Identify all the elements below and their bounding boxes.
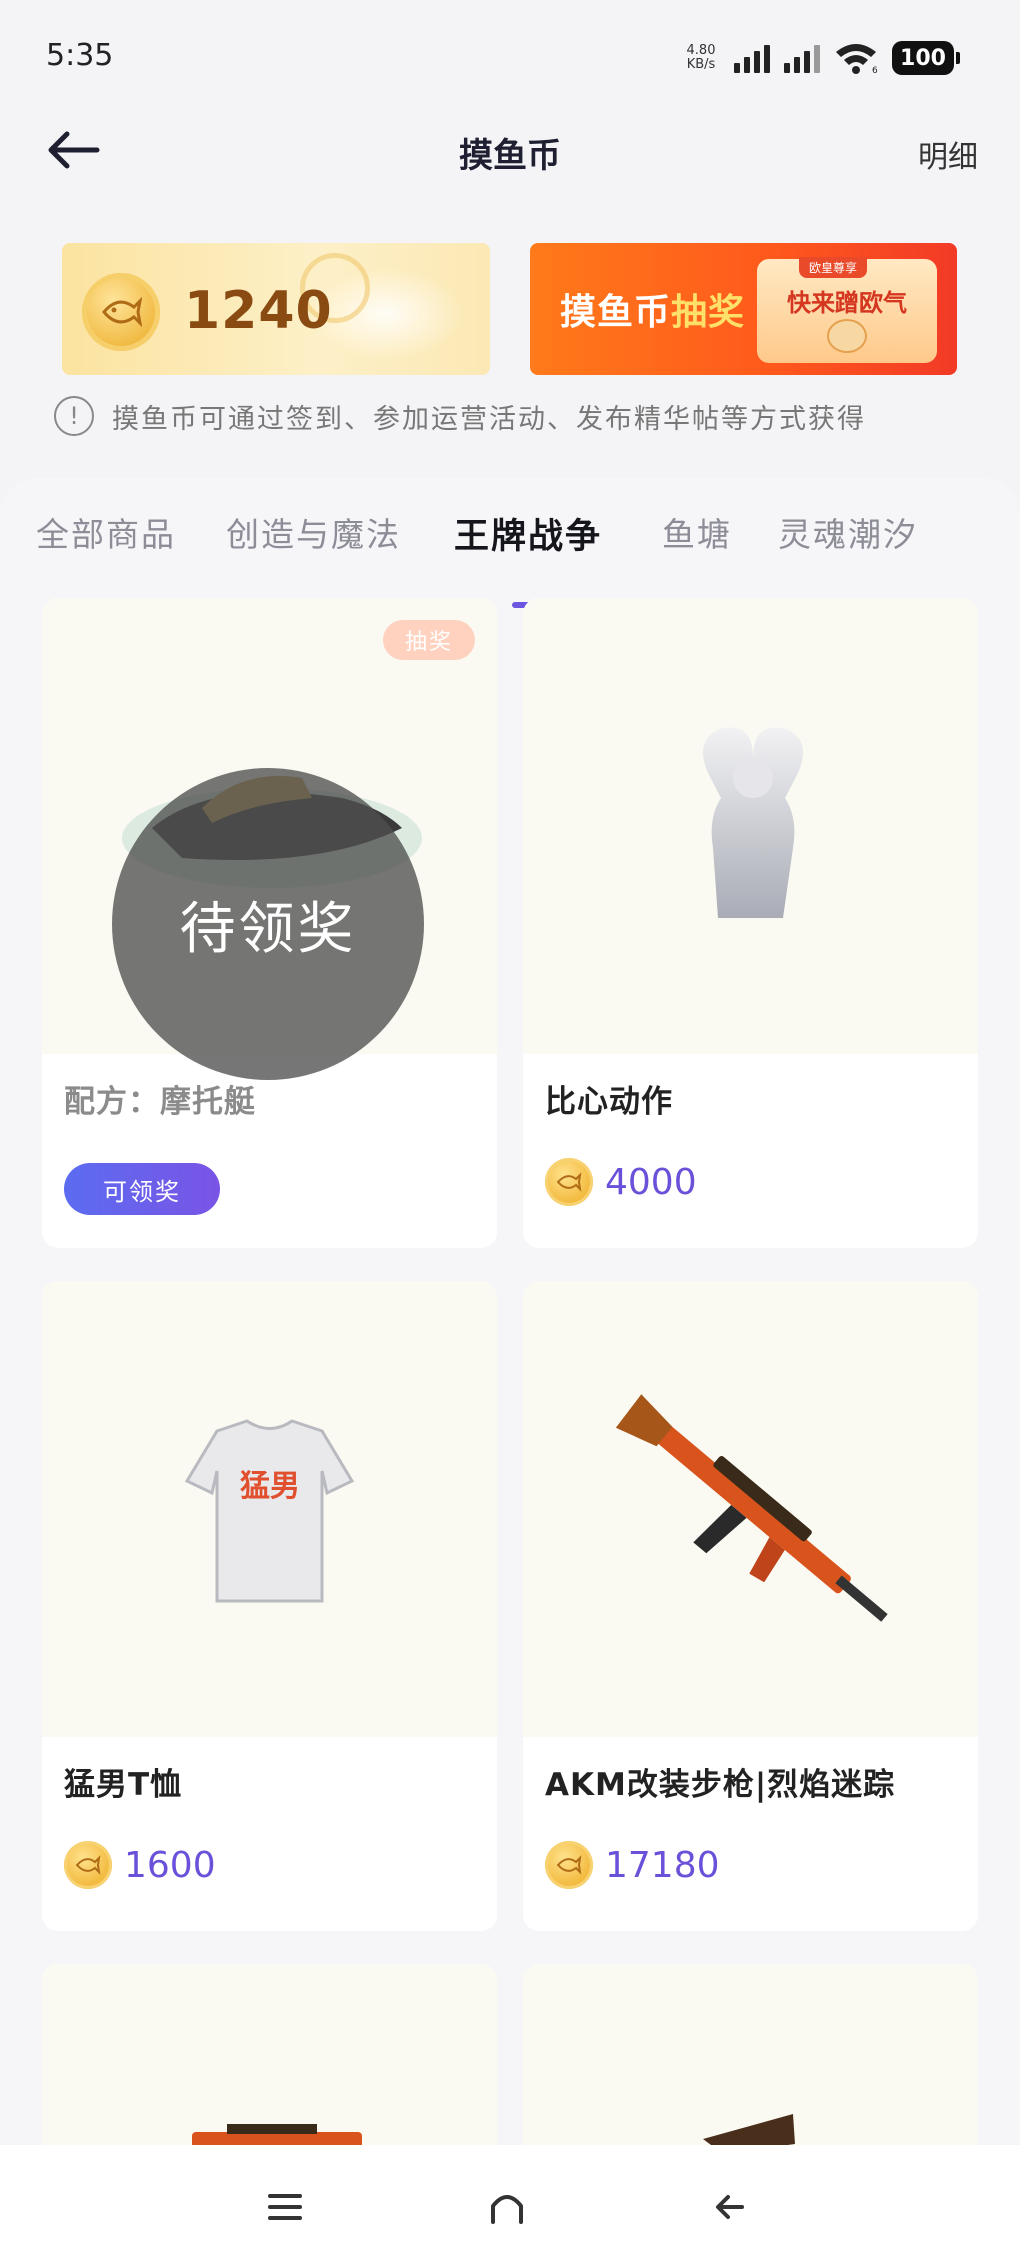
home-button[interactable] xyxy=(477,2177,537,2237)
coin-balance: 1240 xyxy=(184,281,333,341)
product-name: 配方：摩托艇 xyxy=(64,1084,256,1120)
signal-icon xyxy=(734,43,770,73)
page: 5:35 4.80 KB/s 6 100 摸鱼币 明细 1240 摸鱼币抽奖 欧… xyxy=(0,0,1020,2267)
network-speed-unit: KB/s xyxy=(686,57,716,72)
tab-ace-war[interactable]: 王牌战争 xyxy=(454,508,602,559)
pending-reward-overlay: 待领奖 xyxy=(112,768,424,1080)
battery-indicator: 100 xyxy=(892,41,960,75)
info-line: ! 摸鱼币可通过签到、参加运营活动、发布精华帖等方式获得 xyxy=(54,396,866,436)
menu-icon xyxy=(268,2194,302,2220)
fish-coin-icon xyxy=(82,273,160,351)
svg-text:猛男: 猛男 xyxy=(240,1469,300,1504)
heart-gesture-image xyxy=(703,727,803,918)
tab-fish-pond[interactable]: 鱼塘 xyxy=(662,508,732,556)
tab-all-products[interactable]: 全部商品 xyxy=(36,508,176,556)
lottery-title-part1: 摸鱼币 xyxy=(560,292,672,333)
fish-coin-icon xyxy=(64,1841,112,1889)
coin-balance-banner[interactable]: 1240 xyxy=(62,243,490,375)
lottery-card: 欧皇尊享 快来蹭欧气 xyxy=(757,257,937,363)
network-speed-value: 4.80 xyxy=(686,43,716,58)
product-image xyxy=(523,1281,978,1737)
rifle-image xyxy=(615,1394,888,1622)
fish-coin-icon xyxy=(545,1841,593,1889)
product-image xyxy=(523,598,978,1054)
info-icon: ! xyxy=(54,396,94,436)
lottery-title-part2: 抽奖 xyxy=(671,292,746,333)
svg-text:6: 6 xyxy=(872,66,878,74)
product-card[interactable]: 猛男 猛男T恤 1600 xyxy=(42,1281,497,1931)
detail-link[interactable]: 明细 xyxy=(918,132,978,176)
price-value: 1600 xyxy=(124,1844,216,1886)
fish-coin-icon xyxy=(545,1158,593,1206)
header: 摸鱼币 明细 xyxy=(0,110,1020,190)
lottery-title: 摸鱼币抽奖 xyxy=(560,283,745,335)
product-card[interactable]: AKM改装步枪|烈焰迷踪 17180 xyxy=(523,1281,978,1931)
lottery-card-text: 快来蹭欧气 xyxy=(787,289,907,317)
status-icons: 4.80 KB/s 6 100 xyxy=(682,38,960,78)
network-speed: 4.80 KB/s xyxy=(682,44,720,72)
category-tabs: 全部商品 创造与魔法 王牌战争 鱼塘 灵魂潮汐 xyxy=(0,508,1020,608)
tab-soul-tide[interactable]: 灵魂潮汐 xyxy=(778,508,918,556)
home-icon xyxy=(491,2195,523,2224)
page-title: 摸鱼币 xyxy=(459,136,561,176)
tshirt-image: 猛男 xyxy=(184,1419,355,1603)
content-sheet: 全部商品 创造与魔法 王牌战争 鱼塘 灵魂潮汐 抽奖 待领奖 配方：摩托艇 可领… xyxy=(0,478,1020,2214)
price-value: 4000 xyxy=(605,1161,697,1203)
product-card[interactable]: 抽奖 待领奖 配方：摩托艇 可领奖 xyxy=(42,598,497,1248)
back-nav-button[interactable] xyxy=(700,2177,760,2237)
product-price: 17180 xyxy=(545,1841,720,1889)
system-navigation-bar xyxy=(0,2145,1020,2267)
claim-reward-button[interactable]: 可领奖 xyxy=(64,1163,220,1215)
menu-button[interactable] xyxy=(255,2177,315,2237)
lottery-banner[interactable]: 摸鱼币抽奖 欧皇尊享 快来蹭欧气 xyxy=(530,243,957,375)
product-price: 4000 xyxy=(545,1158,697,1206)
lottery-tag: 欧皇尊享 xyxy=(799,257,868,278)
product-card[interactable]: 比心动作 4000 xyxy=(523,598,978,1248)
lottery-badge: 抽奖 xyxy=(382,620,475,660)
status-bar: 5:35 4.80 KB/s 6 100 xyxy=(0,0,1020,120)
product-name: 比心动作 xyxy=(545,1084,673,1120)
product-name: 猛男T恤 xyxy=(64,1767,183,1803)
back-icon xyxy=(716,2195,744,2219)
signal-2-icon xyxy=(784,43,820,73)
status-time: 5:35 xyxy=(46,38,114,73)
product-name: AKM改装步枪|烈焰迷踪 xyxy=(545,1767,896,1803)
product-image: 猛男 xyxy=(42,1281,497,1737)
product-price: 1600 xyxy=(64,1841,216,1889)
gift-icon xyxy=(827,319,867,353)
tab-create-and-magic[interactable]: 创造与魔法 xyxy=(226,508,401,556)
price-value: 17180 xyxy=(605,1844,720,1886)
wifi-icon: 6 xyxy=(834,42,878,74)
info-text: 摸鱼币可通过签到、参加运营活动、发布精华帖等方式获得 xyxy=(112,403,866,435)
